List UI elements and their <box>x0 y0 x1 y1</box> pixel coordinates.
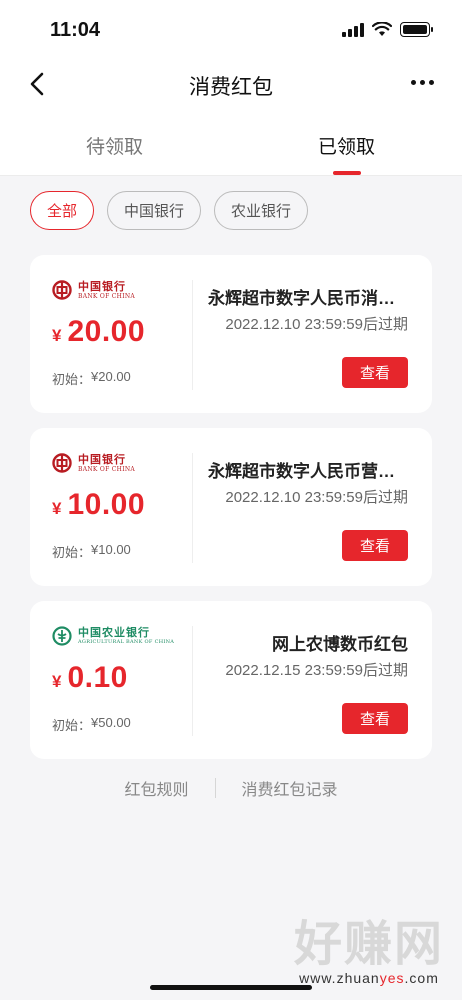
currency-symbol: ¥ <box>52 672 62 691</box>
initial-amount: 初始： ¥50.00 <box>52 715 131 734</box>
remaining-amount: ¥ 10.00 <box>52 488 145 522</box>
initial-label: 初始： <box>52 718 92 733</box>
amount-value: 0.10 <box>67 661 128 694</box>
tab-claimed[interactable]: 已领取 <box>318 132 375 159</box>
card-divider <box>192 280 193 390</box>
bank-filter-bar: 全部 中国银行 农业银行 <box>30 191 309 230</box>
status-bar: 11:04 <box>0 0 462 60</box>
card-title: 网上农博数币红包 <box>272 635 408 654</box>
page-title: 消费红包 <box>189 76 273 99</box>
abc-logo-icon <box>52 626 72 646</box>
home-indicator <box>150 985 312 990</box>
view-button[interactable]: 查看 <box>342 357 408 388</box>
watermark: 好赚网 www.zhuanyes.com <box>294 918 444 986</box>
tab-pending[interactable]: 待领取 <box>86 132 143 159</box>
currency-symbol: ¥ <box>52 326 62 345</box>
red-packet-card[interactable]: 中国农业银行 AGRICULTURAL BANK OF CHINA ¥ 0.10… <box>30 601 432 759</box>
initial-label: 初始： <box>52 545 92 560</box>
card-title: 永辉超市数字人民币消费红包 <box>208 289 408 308</box>
wifi-icon <box>372 22 392 36</box>
footer-divider <box>214 778 216 798</box>
more-options-icon[interactable] <box>411 80 434 85</box>
view-button[interactable]: 查看 <box>342 530 408 561</box>
records-link[interactable]: 消费红包记录 <box>242 776 338 800</box>
bank-name-en: BANK OF CHINA <box>78 465 136 473</box>
cellular-signal-icon <box>342 22 364 37</box>
boc-logo-icon <box>52 280 72 300</box>
bank-logo: 中国农业银行 AGRICULTURAL BANK OF CHINA <box>52 626 174 646</box>
card-expiry: 2022.12.15 23:59:59后过期 <box>225 662 408 679</box>
initial-value: ¥50.00 <box>91 715 131 730</box>
card-divider <box>192 453 193 563</box>
amount-value: 10.00 <box>67 488 146 521</box>
card-expiry: 2022.12.10 23:59:59后过期 <box>225 316 408 333</box>
remaining-amount: ¥ 20.00 <box>52 315 145 349</box>
filter-chip-boc[interactable]: 中国银行 <box>107 191 202 230</box>
watermark-main: 好赚网 <box>293 916 444 972</box>
filter-chip-all[interactable]: 全部 <box>30 191 95 230</box>
rules-link[interactable]: 红包规则 <box>124 776 188 800</box>
view-button[interactable]: 查看 <box>342 703 408 734</box>
bank-name-en: AGRICULTURAL BANK OF CHINA <box>78 638 175 645</box>
amount-value: 20.00 <box>67 315 146 348</box>
active-tab-indicator <box>333 171 361 175</box>
bank-name-cn: 中国银行 <box>78 279 126 293</box>
battery-icon <box>400 22 433 37</box>
initial-amount: 初始： ¥20.00 <box>52 369 131 388</box>
bank-name-cn: 中国农业银行 <box>78 625 150 639</box>
bank-logo: 中国银行 BANK OF CHINA <box>52 453 135 473</box>
tab-bar: 待领取 已领取 <box>0 108 462 176</box>
filter-chip-abc[interactable]: 农业银行 <box>214 191 309 230</box>
card-expiry: 2022.12.10 23:59:59后过期 <box>225 489 408 506</box>
currency-symbol: ¥ <box>52 499 62 518</box>
remaining-amount: ¥ 0.10 <box>52 661 128 695</box>
bank-logo: 中国银行 BANK OF CHINA <box>52 280 135 300</box>
watermark-url: www.zhuanyes.com <box>299 970 439 986</box>
initial-value: ¥10.00 <box>91 542 131 557</box>
boc-logo-icon <box>52 453 72 473</box>
bank-name-en: BANK OF CHINA <box>78 292 136 300</box>
bank-name-cn: 中国银行 <box>78 452 126 466</box>
status-time: 11:04 <box>50 19 101 41</box>
initial-amount: 初始： ¥10.00 <box>52 542 131 561</box>
red-packet-card[interactable]: 中国银行 BANK OF CHINA ¥ 10.00 初始： ¥10.00 永辉… <box>30 428 432 586</box>
nav-bar: 消费红包 <box>0 60 462 108</box>
footer-links: 红包规则 消费红包记录 <box>0 776 462 800</box>
initial-value: ¥20.00 <box>91 369 131 384</box>
card-title: 永辉超市数字人民币营销红包 <box>208 462 408 481</box>
status-icons <box>342 22 433 37</box>
card-divider <box>192 626 193 736</box>
red-packet-card[interactable]: 中国银行 BANK OF CHINA ¥ 20.00 初始： ¥20.00 永辉… <box>30 255 432 413</box>
initial-label: 初始： <box>52 372 92 387</box>
